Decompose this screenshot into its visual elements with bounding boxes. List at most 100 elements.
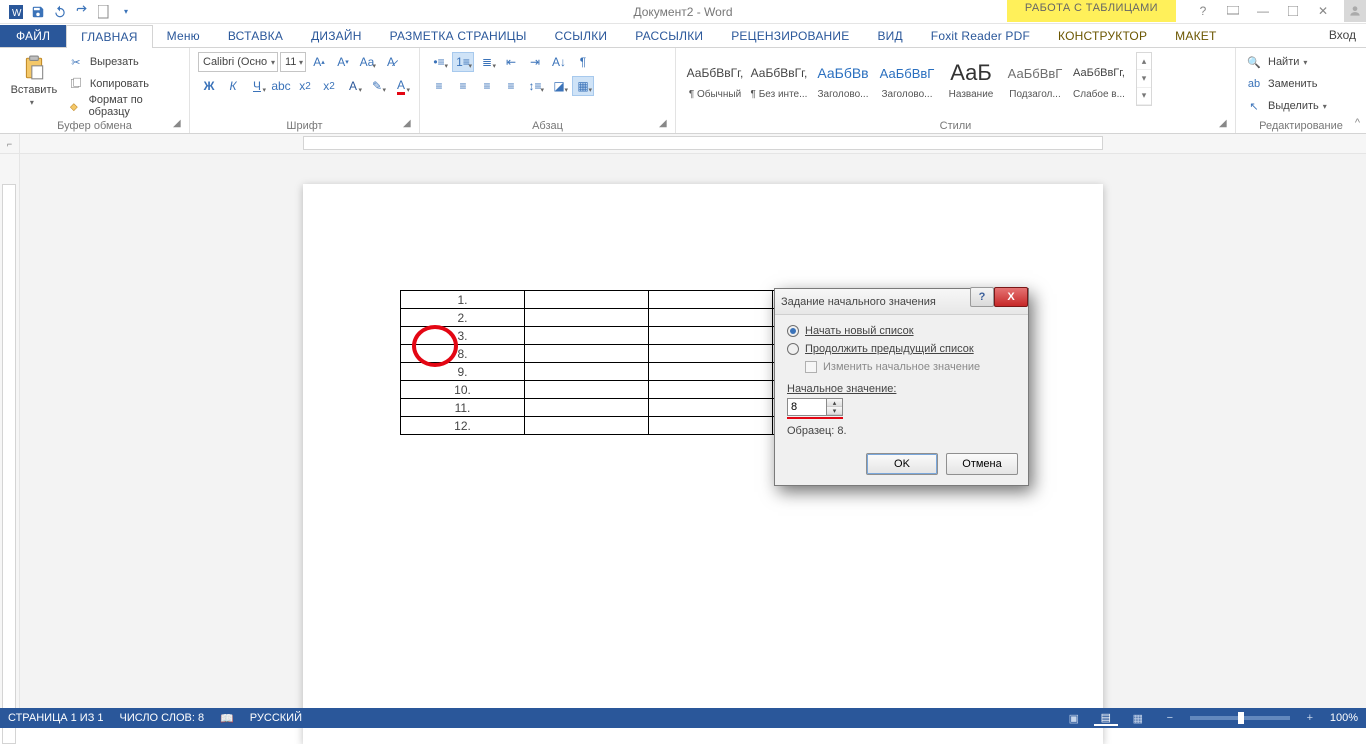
clear-formatting-button[interactable]: A̷ — [380, 52, 402, 72]
subscript-button[interactable]: x2 — [294, 76, 316, 96]
number-cell[interactable]: 3. — [401, 327, 525, 345]
ribbon-options-icon[interactable] — [1218, 0, 1248, 22]
tab-design[interactable]: ДИЗАЙН — [297, 25, 376, 47]
empty-cell[interactable] — [525, 291, 649, 309]
highlight-button[interactable]: ✎▾ — [366, 76, 388, 96]
empty-cell[interactable] — [525, 327, 649, 345]
maximize-icon[interactable] — [1278, 0, 1308, 22]
empty-cell[interactable] — [525, 345, 649, 363]
status-language[interactable]: РУССКИЙ — [250, 712, 302, 724]
select-button[interactable]: ↖Выделить▾ — [1244, 96, 1331, 116]
ok-button[interactable]: OK — [866, 453, 938, 475]
tab-menu[interactable]: Меню — [153, 25, 214, 47]
style-item[interactable]: АаБбВвЗаголово... — [812, 52, 874, 106]
empty-cell[interactable] — [649, 399, 773, 417]
start-value-input[interactable] — [788, 399, 826, 415]
format-painter-button[interactable]: Формат по образцу — [66, 96, 181, 116]
change-case-button[interactable]: Aa▾ — [356, 52, 378, 72]
status-page[interactable]: СТРАНИЦА 1 ИЗ 1 — [8, 712, 104, 724]
radio-start-new-list[interactable]: Начать новый список — [787, 325, 1016, 337]
tab-table-design[interactable]: КОНСТРУКТОР — [1044, 25, 1161, 47]
text-effects-button[interactable]: A▾ — [342, 76, 364, 96]
number-cell[interactable]: 11. — [401, 399, 525, 417]
shading-button[interactable]: ◪▾ — [548, 76, 570, 96]
empty-cell[interactable] — [525, 417, 649, 435]
zoom-in-icon[interactable]: + — [1298, 710, 1322, 726]
number-cell[interactable]: 9. — [401, 363, 525, 381]
proofing-icon[interactable]: 📖 — [220, 712, 234, 725]
styles-gallery-more[interactable]: ▴▾▾ — [1136, 52, 1152, 106]
style-item[interactable]: АаБНазвание — [940, 52, 1002, 106]
justify-button[interactable]: ≡ — [500, 76, 522, 96]
style-item[interactable]: АаБбВвГг,Слабое в... — [1068, 52, 1130, 106]
number-cell[interactable]: 2. — [401, 309, 525, 327]
dialog-titlebar[interactable]: Задание начального значения ? X — [775, 289, 1028, 315]
borders-button[interactable]: ▦▾ — [572, 76, 594, 96]
numbering-button[interactable]: 1≡▾ — [452, 52, 474, 72]
align-left-button[interactable]: ≡ — [428, 76, 450, 96]
copy-button[interactable]: Копировать — [66, 74, 181, 94]
sign-in-link[interactable]: Вход — [1329, 28, 1356, 42]
decrease-indent-button[interactable]: ⇤ — [500, 52, 522, 72]
tab-file[interactable]: ФАЙЛ — [0, 25, 66, 47]
strikethrough-button[interactable]: abc — [270, 76, 292, 96]
align-center-button[interactable]: ≡ — [452, 76, 474, 96]
underline-button[interactable]: Ч▾ — [246, 76, 268, 96]
tab-mailings[interactable]: РАССЫЛКИ — [621, 25, 717, 47]
zoom-out-icon[interactable]: − — [1158, 710, 1182, 726]
multilevel-button[interactable]: ≣▾ — [476, 52, 498, 72]
find-button[interactable]: 🔍Найти▾ — [1244, 52, 1331, 72]
dialog-close-button[interactable]: X — [994, 287, 1028, 307]
font-size-combo[interactable]: 11▾ — [280, 52, 306, 72]
zoom-slider[interactable] — [1190, 716, 1290, 720]
replace-button[interactable]: abЗаменить — [1244, 74, 1331, 94]
tab-foxit[interactable]: Foxit Reader PDF — [917, 25, 1044, 47]
cancel-button[interactable]: Отмена — [946, 453, 1018, 475]
tab-view[interactable]: ВИД — [863, 25, 916, 47]
number-cell[interactable]: 12. — [401, 417, 525, 435]
empty-cell[interactable] — [525, 381, 649, 399]
empty-cell[interactable] — [649, 417, 773, 435]
empty-cell[interactable] — [649, 327, 773, 345]
empty-cell[interactable] — [649, 363, 773, 381]
spinner-down-icon[interactable]: ▾ — [827, 407, 842, 415]
tab-references[interactable]: ССЫЛКИ — [541, 25, 622, 47]
vertical-ruler[interactable] — [0, 154, 20, 708]
grow-font-button[interactable]: A▴ — [308, 52, 330, 72]
superscript-button[interactable]: x2 — [318, 76, 340, 96]
number-cell[interactable]: 8. — [401, 345, 525, 363]
start-value-spinner[interactable]: ▴▾ — [787, 398, 843, 416]
collapse-ribbon-icon[interactable]: ^ — [1355, 117, 1360, 129]
empty-cell[interactable] — [649, 291, 773, 309]
style-item[interactable]: АаБбВвГЗаголово... — [876, 52, 938, 106]
zoom-percent[interactable]: 100% — [1330, 712, 1358, 724]
style-item[interactable]: АаБбВвГПодзагол... — [1004, 52, 1066, 106]
font-color-button[interactable]: A▾ — [390, 76, 412, 96]
bullets-button[interactable]: •≡▾ — [428, 52, 450, 72]
style-item[interactable]: АаБбВвГг,¶ Без инте... — [748, 52, 810, 106]
radio-continue-list[interactable]: Продолжить предыдущий список — [787, 343, 1016, 355]
close-icon[interactable]: ✕ — [1308, 0, 1338, 22]
print-layout-icon[interactable]: ▤ — [1094, 710, 1118, 726]
line-spacing-button[interactable]: ↕≡▾ — [524, 76, 546, 96]
document-area[interactable]: 1.2.3.8.9.10.11.12. — [20, 154, 1366, 708]
tab-review[interactable]: РЕЦЕНЗИРОВАНИЕ — [717, 25, 863, 47]
increase-indent-button[interactable]: ⇥ — [524, 52, 546, 72]
tab-table-layout[interactable]: МАКЕТ — [1161, 25, 1230, 47]
empty-cell[interactable] — [649, 381, 773, 399]
horizontal-ruler[interactable]: ⌐ — [0, 134, 1366, 154]
empty-cell[interactable] — [525, 399, 649, 417]
empty-cell[interactable] — [649, 345, 773, 363]
align-right-button[interactable]: ≡ — [476, 76, 498, 96]
cut-button[interactable]: ✂Вырезать — [66, 52, 181, 72]
status-word-count[interactable]: ЧИСЛО СЛОВ: 8 — [120, 712, 205, 724]
dialog-launcher-styles[interactable]: ◢ — [1219, 118, 1231, 130]
empty-cell[interactable] — [525, 363, 649, 381]
tab-page-layout[interactable]: РАЗМЕТКА СТРАНИЦЫ — [376, 25, 541, 47]
tab-insert[interactable]: ВСТАВКА — [214, 25, 297, 47]
tab-home[interactable]: ГЛАВНАЯ — [66, 25, 152, 48]
dialog-launcher-font[interactable]: ◢ — [403, 118, 415, 130]
empty-cell[interactable] — [649, 309, 773, 327]
show-marks-button[interactable]: ¶ — [572, 52, 594, 72]
number-cell[interactable]: 10. — [401, 381, 525, 399]
